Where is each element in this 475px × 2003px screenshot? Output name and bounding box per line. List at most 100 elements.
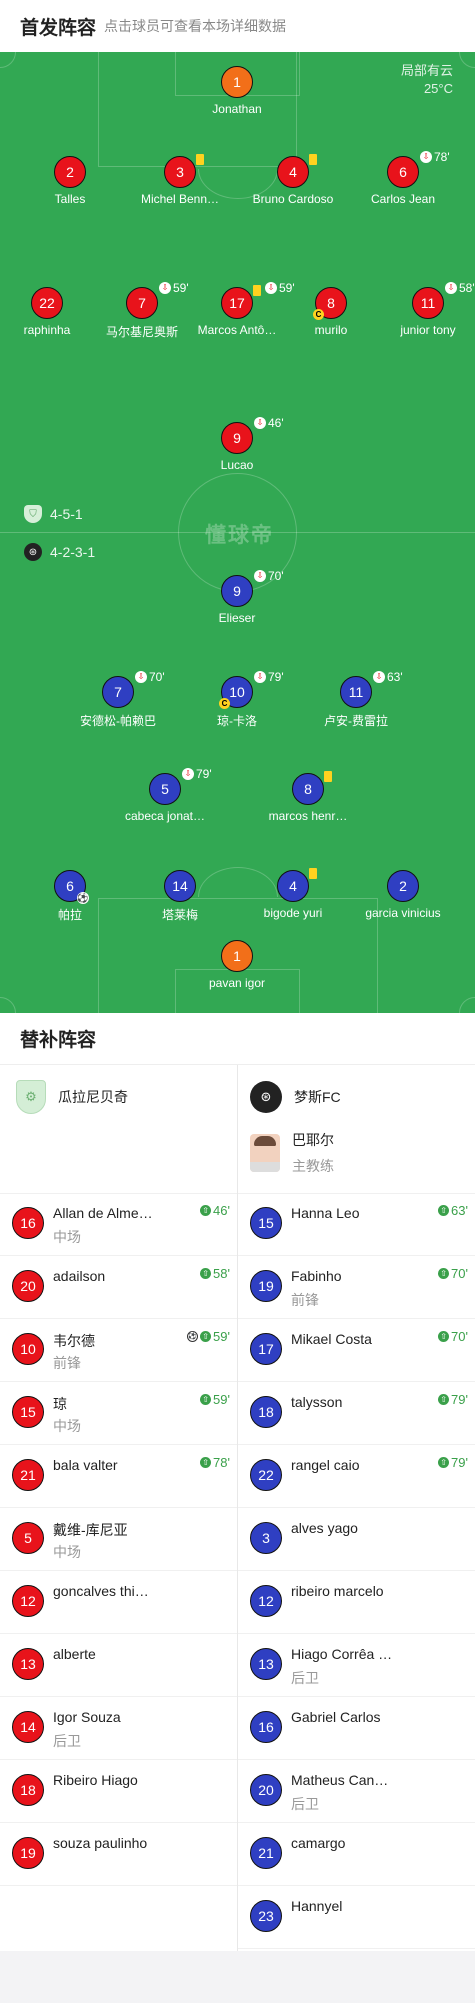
away-substitute[interactable]: 21 camargo bbox=[238, 1823, 475, 1886]
sub-on-indicator: ⚽ ⇧ 59' bbox=[187, 1329, 230, 1344]
lineup-title: 首发阵容 bbox=[20, 17, 97, 39]
away-starter[interactable]: 5 cabeca jonat… ⇩ 79' bbox=[105, 767, 225, 833]
sub-on-minute: 70' bbox=[451, 1329, 468, 1344]
away-starter[interactable]: 2 garcia vinicius bbox=[343, 870, 463, 930]
jersey-number: 1 bbox=[221, 940, 253, 972]
jersey-number: 1 bbox=[221, 66, 253, 98]
jersey-number: 8 bbox=[292, 773, 324, 805]
jersey-number: 19 bbox=[12, 1837, 44, 1869]
player-name: bigode yuri bbox=[263, 906, 323, 920]
home-starter[interactable]: 6 Carlos Jean ⇩ 78' bbox=[343, 150, 463, 216]
yellow-card-icon bbox=[309, 154, 317, 165]
away-substitute[interactable]: 23 Hannyel bbox=[238, 1886, 475, 1949]
sub-on-minute: 79' bbox=[451, 1392, 468, 1407]
home-starter[interactable]: 2 Talles bbox=[10, 156, 130, 216]
player-name: 安德松-帕赖巴 bbox=[80, 714, 156, 728]
player-name: Matheus Can… bbox=[291, 1772, 389, 1788]
home-substitute[interactable]: 13 alberte bbox=[0, 1634, 237, 1697]
sub-on-indicator: ⇧ 78' bbox=[200, 1455, 230, 1470]
away-starter[interactable]: 8 marcos henr… bbox=[248, 771, 368, 833]
lineup-header: 首发阵容 点击球员可查看本场详细数据 bbox=[0, 0, 475, 52]
home-substitute[interactable]: 10 韦尔德 前锋 ⚽ ⇧ 59' bbox=[0, 1319, 237, 1382]
player-name: cabeca jonat… bbox=[124, 809, 206, 823]
sub-on-minute: 58' bbox=[213, 1266, 230, 1281]
home-starter[interactable]: 1 Jonathan bbox=[177, 66, 297, 126]
jersey-number: 2 bbox=[54, 156, 86, 188]
home-starter[interactable]: 3 Michel Benn… bbox=[120, 154, 240, 216]
home-substitute[interactable]: 19 souza paulinho bbox=[0, 1823, 237, 1886]
away-substitute[interactable]: 18 talysson ⇧ 79' bbox=[238, 1382, 475, 1445]
player-name: camargo bbox=[291, 1835, 346, 1851]
home-substitute[interactable]: 20 adailson ⇧ 58' bbox=[0, 1256, 237, 1319]
sub-on-indicator: ⇧ 70' bbox=[438, 1329, 468, 1344]
away-substitute[interactable]: 12 ribeiro marcelo bbox=[238, 1571, 475, 1634]
away-substitute[interactable]: 13 Hiago Corrêa … 后卫 bbox=[238, 1634, 475, 1697]
player-name: Ribeiro Hiago bbox=[53, 1772, 138, 1788]
away-starter[interactable]: 9 Elieser ⇩ 70' bbox=[177, 569, 297, 635]
sub-on-icon: ⇧ bbox=[200, 1205, 212, 1216]
away-starter[interactable]: 11 卢安-费雷拉 ⇩ 63' bbox=[296, 670, 416, 736]
away-coach[interactable]: 巴耶尔 主教练 bbox=[250, 1130, 334, 1176]
sub-on-icon: ⇧ bbox=[438, 1205, 450, 1216]
player-name: 戴维-库尼亚 bbox=[53, 1522, 128, 1538]
corner-arc bbox=[0, 52, 16, 68]
home-starter[interactable]: 9 Lucao ⇩ 46' bbox=[177, 416, 297, 482]
away-substitute[interactable]: 19 Fabinho 前锋 ⇧ 70' bbox=[238, 1256, 475, 1319]
sub-off-minute: 79' bbox=[268, 670, 284, 684]
home-substitute[interactable]: 15 琼中场 ⇧ 59' bbox=[0, 1382, 237, 1445]
sub-off-indicator: ⇩ 70' bbox=[254, 569, 284, 583]
home-formation-label: 4-5-1 bbox=[50, 506, 83, 522]
away-substitute[interactable]: 15 Hanna Leo ⇧ 63' bbox=[238, 1193, 475, 1256]
jersey-number: 21 bbox=[12, 1459, 44, 1491]
lineup-hint: 点击球员可查看本场详细数据 bbox=[104, 18, 287, 34]
jersey-number: 23 bbox=[250, 1900, 282, 1932]
sub-on-minute: 63' bbox=[451, 1203, 468, 1218]
away-starter[interactable]: 4 bigode yuri bbox=[233, 868, 353, 930]
home-substitute[interactable]: 21 bala valter ⇧ 78' bbox=[0, 1445, 237, 1508]
away-substitute[interactable]: 16 Gabriel Carlos bbox=[238, 1697, 475, 1760]
jersey-number: 16 bbox=[250, 1711, 282, 1743]
home-starter[interactable]: 4 Bruno Cardoso bbox=[233, 154, 353, 216]
home-shield-icon: ⛉ bbox=[24, 505, 42, 523]
divider bbox=[238, 1948, 475, 1949]
player-position: 中场 bbox=[53, 1229, 81, 1245]
home-substitute[interactable]: 16 Allan de Alme… 中场 ⇧ 46' bbox=[0, 1193, 237, 1256]
player-position: 中场 bbox=[53, 1418, 81, 1434]
home-substitute[interactable]: 14 Igor Souza 后卫 bbox=[0, 1697, 237, 1760]
player-name: Michel Benn… bbox=[140, 192, 220, 206]
player-name: Igor Souza bbox=[53, 1709, 121, 1725]
away-substitute[interactable]: 22 rangel caio ⇧ 79' bbox=[238, 1445, 475, 1508]
away-substitute[interactable]: 17 Mikael Costa ⇧ 70' bbox=[238, 1319, 475, 1382]
player-name: Hannyel bbox=[291, 1898, 343, 1914]
coach-role: 主教练 bbox=[292, 1158, 334, 1174]
away-starter[interactable]: 14 塔莱梅 bbox=[120, 870, 240, 930]
away-starter[interactable]: 6 帕拉 ⚽ bbox=[10, 870, 130, 930]
player-position: 前锋 bbox=[291, 1292, 319, 1308]
jersey-number: 5 bbox=[12, 1522, 44, 1554]
sub-off-indicator: ⇩ 46' bbox=[254, 416, 284, 430]
away-substitute[interactable]: 3 alves yago bbox=[238, 1508, 475, 1571]
sub-off-icon: ⇩ bbox=[420, 151, 432, 163]
sub-off-icon: ⇩ bbox=[254, 570, 266, 582]
home-substitute[interactable]: 5 戴维-库尼亚 中场 bbox=[0, 1508, 237, 1571]
away-starter[interactable]: 10 琼-卡洛 ⇩ 79' C bbox=[177, 670, 297, 736]
jersey-number: 11 bbox=[340, 676, 372, 708]
home-substitute[interactable]: 18 Ribeiro Hiago bbox=[0, 1760, 237, 1823]
away-substitute[interactable]: 20 Matheus Can… 后卫 bbox=[238, 1760, 475, 1823]
sub-off-icon: ⇩ bbox=[135, 671, 147, 683]
away-starter[interactable]: 7 安德松-帕赖巴 ⇩ 70' bbox=[58, 670, 178, 736]
sub-on-indicator: ⇧ 70' bbox=[438, 1266, 468, 1281]
jersey-number: 14 bbox=[12, 1711, 44, 1743]
away-starter[interactable]: 1 pavan igor bbox=[177, 940, 297, 1000]
sub-on-icon: ⇧ bbox=[438, 1394, 450, 1405]
home-substitute[interactable]: 12 goncalves thi… bbox=[0, 1571, 237, 1634]
player-name: Mikael Costa bbox=[291, 1331, 372, 1347]
sub-off-indicator: ⇩ 70' bbox=[135, 670, 165, 684]
away-crest-icon: ⊛ bbox=[24, 543, 42, 561]
shield-icon: ⚙ bbox=[16, 1080, 46, 1114]
home-starter[interactable]: 11 junior tony ⇩ 58' bbox=[368, 281, 475, 347]
jersey-number: 20 bbox=[12, 1270, 44, 1302]
player-position: 后卫 bbox=[291, 1796, 319, 1812]
player-position: 前锋 bbox=[53, 1355, 81, 1371]
sub-on-indicator: ⇧ 59' bbox=[200, 1392, 230, 1407]
